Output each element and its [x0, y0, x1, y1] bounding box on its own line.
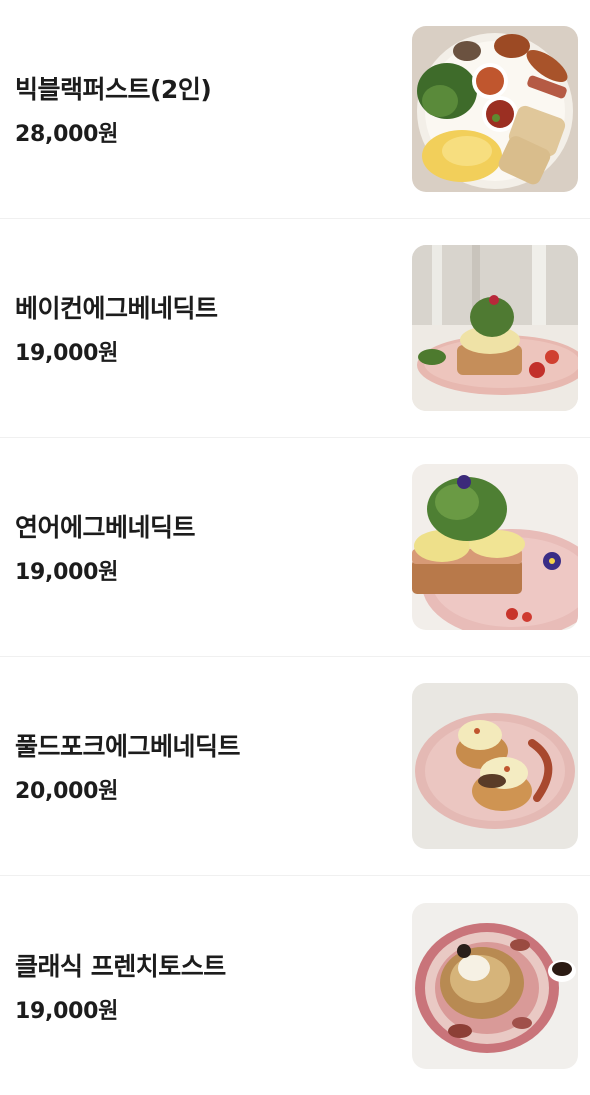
- menu-list: 빅블랙퍼스트(2인) 28,000원 베이컨에그베네딕트 19,000원 연어에…: [0, 0, 590, 1095]
- classic-french-toast-photo: [412, 902, 578, 1069]
- menu-item-price: 19,000원: [15, 560, 119, 585]
- menu-item-price: 19,000원: [15, 998, 119, 1024]
- menu-item-photo[interactable]: [412, 26, 578, 192]
- menu-item-bacon-eggs-benedict[interactable]: 베이컨에그베네딕트 19,000원: [0, 219, 590, 438]
- menu-item-name: 베이컨에그베네딕트: [15, 294, 218, 323]
- menu-item-text: 빅블랙퍼스트(2인) 28,000원: [15, 70, 212, 148]
- menu-item-name: 빅블랙퍼스트(2인): [15, 75, 212, 104]
- menu-item-name: 풀드포크에그베네딕트: [15, 732, 241, 761]
- menu-item-price: 28,000원: [15, 122, 119, 147]
- menu-item-photo[interactable]: [412, 683, 578, 849]
- pulled-pork-eggs-benedict-photo: [412, 683, 578, 849]
- menu-item-classic-french-toast[interactable]: 클래식 프렌치토스트 19,000원: [0, 876, 590, 1095]
- bacon-eggs-benedict-photo: [412, 245, 578, 411]
- menu-item-price: 19,000원: [15, 341, 119, 366]
- big-breakfast-photo: [412, 26, 578, 192]
- menu-item-photo[interactable]: [412, 902, 578, 1069]
- menu-item-pulled-pork-eggs-benedict[interactable]: 풀드포크에그베네딕트 20,000원: [0, 657, 590, 876]
- menu-item-photo[interactable]: [412, 245, 578, 411]
- menu-item-big-breakfast[interactable]: 빅블랙퍼스트(2인) 28,000원: [0, 0, 590, 219]
- menu-item-text: 연어에그베네딕트 19,000원: [15, 508, 196, 586]
- menu-item-text: 클래식 프렌치토스트 19,000원: [15, 947, 226, 1025]
- menu-item-text: 베이컨에그베네딕트 19,000원: [15, 289, 218, 367]
- menu-item-name: 클래식 프렌치토스트: [15, 951, 226, 981]
- menu-item-photo[interactable]: [412, 464, 578, 630]
- menu-item-name: 연어에그베네딕트: [15, 513, 196, 542]
- menu-item-price: 20,000원: [15, 779, 119, 804]
- menu-item-salmon-eggs-benedict[interactable]: 연어에그베네딕트 19,000원: [0, 438, 590, 657]
- menu-item-text: 풀드포크에그베네딕트 20,000원: [15, 727, 241, 805]
- salmon-eggs-benedict-photo: [412, 464, 578, 630]
